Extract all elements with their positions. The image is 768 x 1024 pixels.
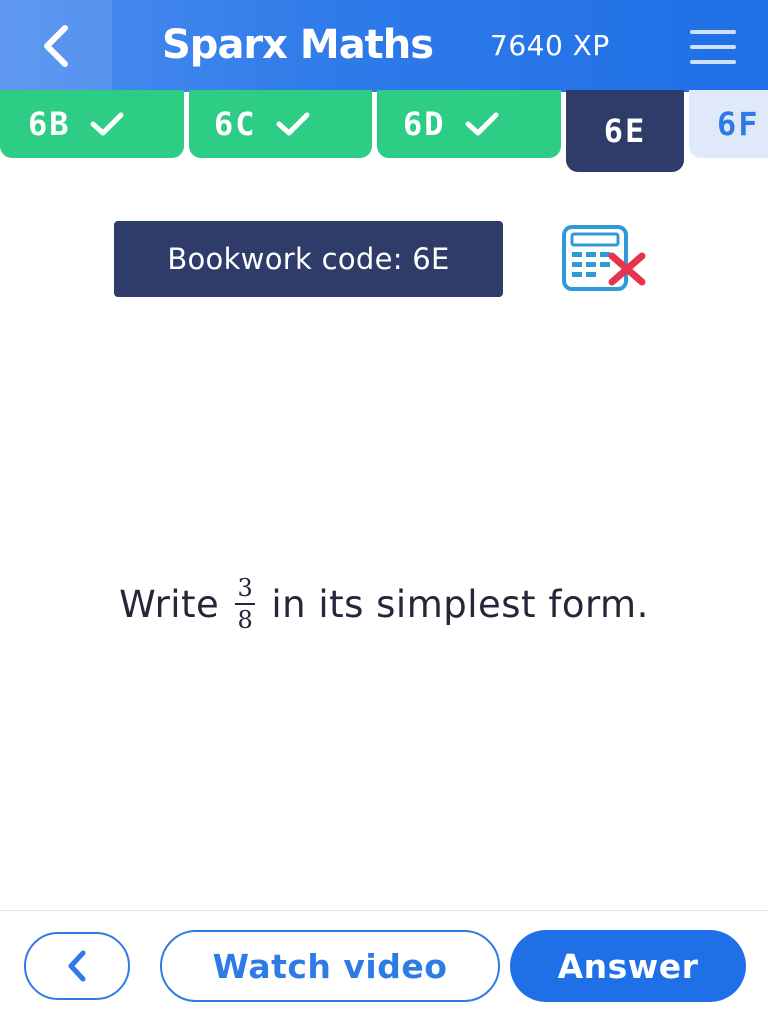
question-text: Write 3 8 in its simplest form. bbox=[0, 575, 768, 633]
chevron-left-icon bbox=[68, 950, 86, 982]
question-suffix: in its simplest form. bbox=[271, 582, 649, 626]
top-bar: Sparx Maths 7640 XP bbox=[0, 0, 768, 92]
app-title: Sparx Maths bbox=[162, 22, 434, 68]
tab-label: 6B bbox=[28, 105, 71, 143]
tab-label: 6F bbox=[717, 105, 760, 143]
xp-counter: 7640 XP bbox=[490, 29, 610, 62]
check-icon bbox=[276, 112, 310, 136]
menu-line bbox=[690, 60, 736, 64]
tab-6b[interactable]: 6B bbox=[0, 90, 184, 158]
answer-button[interactable]: Answer bbox=[510, 930, 746, 1002]
footer-divider bbox=[0, 910, 768, 911]
previous-button[interactable] bbox=[24, 932, 130, 1000]
tab-6e[interactable]: 6E bbox=[566, 90, 684, 172]
tab-6c[interactable]: 6C bbox=[189, 90, 372, 158]
tab-6d[interactable]: 6D bbox=[377, 90, 561, 158]
tab-label: 6E bbox=[603, 112, 647, 150]
chevron-left-icon bbox=[44, 25, 68, 67]
fraction: 3 8 bbox=[235, 574, 256, 634]
tab-label: 6D bbox=[403, 105, 446, 143]
menu-button[interactable] bbox=[684, 22, 742, 72]
fraction-bar bbox=[235, 603, 256, 605]
tab-label: 6C bbox=[214, 105, 257, 143]
check-icon bbox=[90, 112, 124, 136]
calculator-not-allowed-icon bbox=[562, 225, 646, 291]
hamburger-menu-icon bbox=[690, 30, 736, 34]
question-prefix: Write bbox=[119, 582, 220, 626]
watch-video-button[interactable]: Watch video bbox=[160, 930, 500, 1002]
back-button[interactable] bbox=[0, 0, 112, 92]
check-icon bbox=[465, 112, 499, 136]
menu-line bbox=[690, 45, 736, 49]
fraction-denominator: 8 bbox=[237, 606, 254, 634]
fraction-numerator: 3 bbox=[237, 574, 254, 602]
bookwork-code: Bookwork code: 6E bbox=[114, 221, 503, 297]
tab-6f[interactable]: 6F bbox=[689, 90, 768, 158]
